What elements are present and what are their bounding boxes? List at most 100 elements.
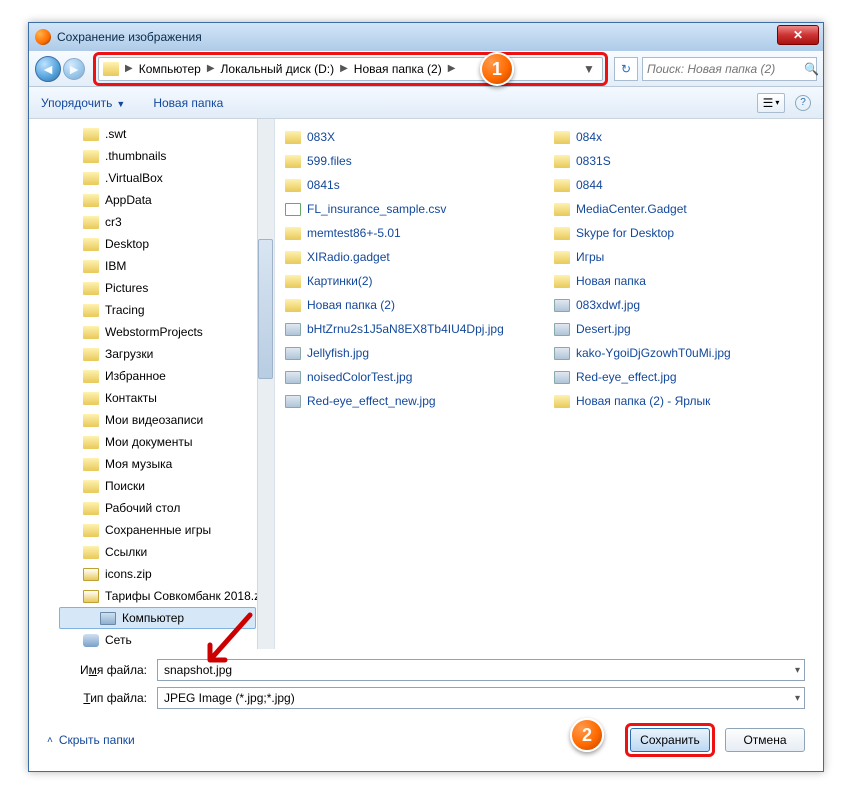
file-item[interactable]: 083X bbox=[285, 127, 544, 147]
tree-item[interactable]: Pictures bbox=[29, 277, 274, 299]
file-item[interactable]: Jellyfish.jpg bbox=[285, 343, 544, 363]
net-icon bbox=[83, 634, 99, 647]
crumb-computer[interactable]: Компьютер bbox=[139, 62, 201, 76]
file-item[interactable]: 599.files bbox=[285, 151, 544, 171]
file-label: 083xdwf.jpg bbox=[576, 298, 640, 312]
tree-item[interactable]: .thumbnails bbox=[29, 145, 274, 167]
tree-item-label: Тарифы Совкомбанк 2018.zip bbox=[105, 589, 269, 603]
tree-item[interactable]: Рабочий стол bbox=[29, 497, 274, 519]
tree-item[interactable]: AppData bbox=[29, 189, 274, 211]
titlebar[interactable]: Сохранение изображения ✕ bbox=[29, 23, 823, 51]
tree-item[interactable]: Контакты bbox=[29, 387, 274, 409]
file-pane[interactable]: 083X 599.files 0841s FL_insurance_sample.cs… bbox=[275, 119, 823, 649]
tree-item[interactable]: icons.zip bbox=[29, 563, 274, 585]
tree-item[interactable]: WebstormProjects bbox=[29, 321, 274, 343]
tree-item[interactable]: Сохраненные игры bbox=[29, 519, 274, 541]
chevron-right-icon[interactable]: ▶ bbox=[121, 63, 137, 74]
crumb-folder[interactable]: Новая папка (2) bbox=[354, 62, 442, 76]
tree-item[interactable]: Мои видеозаписи bbox=[29, 409, 274, 431]
tree-item[interactable]: Тарифы Совкомбанк 2018.zip bbox=[29, 585, 274, 607]
tree-item-label: Desktop bbox=[105, 237, 149, 251]
view-options-button[interactable]: ☰▾ bbox=[757, 93, 785, 113]
file-item[interactable]: kako-YgoiDjGzowhT0uMi.jpg bbox=[554, 343, 813, 363]
tree-scrollbar[interactable] bbox=[257, 119, 274, 649]
file-label: Новая папка (2) bbox=[307, 298, 395, 312]
toolbar: Упорядочить▼ Новая папка ☰▾ ? bbox=[29, 87, 823, 119]
chevron-down-icon[interactable]: ▾ bbox=[795, 665, 800, 676]
organize-menu[interactable]: Упорядочить▼ bbox=[41, 96, 125, 110]
file-item[interactable]: Новая папка (2) - Ярлык bbox=[554, 391, 813, 411]
tree-item[interactable]: Моя музыка bbox=[29, 453, 274, 475]
tree-item-label: IBM bbox=[105, 259, 126, 273]
save-button[interactable]: Сохранить bbox=[630, 728, 710, 752]
nav-bar: ◄ ► ▶ Компьютер ▶ Локальный диск (D:) ▶ … bbox=[29, 51, 823, 87]
folder-icon bbox=[554, 155, 570, 168]
tree-item[interactable]: Desktop bbox=[29, 233, 274, 255]
tree-item-label: .thumbnails bbox=[105, 149, 166, 163]
file-item[interactable]: noisedColorTest.jpg bbox=[285, 367, 544, 387]
file-item[interactable]: Desert.jpg bbox=[554, 319, 813, 339]
folder-icon bbox=[285, 251, 301, 264]
tree-item-label: WebstormProjects bbox=[105, 325, 203, 339]
tree-item[interactable]: .VirtualBox bbox=[29, 167, 274, 189]
new-folder-button[interactable]: Новая папка bbox=[153, 96, 223, 110]
tree-item[interactable]: Мои документы bbox=[29, 431, 274, 453]
tree-item[interactable]: Поиски bbox=[29, 475, 274, 497]
tree-item-label: cr3 bbox=[105, 215, 122, 229]
file-label: XIRadio.gadget bbox=[307, 250, 390, 264]
address-dropdown[interactable]: ▼ bbox=[580, 62, 598, 76]
file-item[interactable]: MediaCenter.Gadget bbox=[554, 199, 813, 219]
file-item[interactable]: Skype for Desktop bbox=[554, 223, 813, 243]
search-box[interactable]: 🔍 bbox=[642, 57, 817, 81]
file-item[interactable]: Картинки(2) bbox=[285, 271, 544, 291]
tree-item-label: Tracing bbox=[105, 303, 145, 317]
address-bar[interactable]: ▶ Компьютер ▶ Локальный диск (D:) ▶ Нова… bbox=[98, 57, 603, 81]
tree-item-label: Загрузки bbox=[105, 347, 153, 361]
file-item[interactable]: 084x bbox=[554, 127, 813, 147]
file-item[interactable]: Игры bbox=[554, 247, 813, 267]
file-item[interactable]: Новая папка (2) bbox=[285, 295, 544, 315]
save-dialog: Сохранение изображения ✕ ◄ ► ▶ Компьютер… bbox=[28, 22, 824, 772]
hide-folders-link[interactable]: ˄ Скрыть папки bbox=[47, 733, 135, 747]
file-item[interactable]: Red-eye_effect_new.jpg bbox=[285, 391, 544, 411]
jpg-icon bbox=[554, 371, 570, 384]
folder-tree[interactable]: .swt .thumbnails .VirtualBoxAppData cr3 Desk… bbox=[29, 119, 275, 649]
folder-icon bbox=[83, 260, 99, 273]
tree-item[interactable]: .swt bbox=[29, 123, 274, 145]
back-button[interactable]: ◄ bbox=[35, 56, 61, 82]
forward-button[interactable]: ► bbox=[63, 58, 85, 80]
file-item[interactable]: 0831S bbox=[554, 151, 813, 171]
file-item[interactable]: FL_insurance_sample.csv bbox=[285, 199, 544, 219]
crumb-disk[interactable]: Локальный диск (D:) bbox=[221, 62, 335, 76]
file-item[interactable]: 0844 bbox=[554, 175, 813, 195]
scrollbar-thumb[interactable] bbox=[258, 239, 273, 379]
file-item[interactable]: 083xdwf.jpg bbox=[554, 295, 813, 315]
zip-icon bbox=[83, 590, 99, 603]
file-item[interactable]: memtest86+-5.01 bbox=[285, 223, 544, 243]
file-item[interactable]: 0841s bbox=[285, 175, 544, 195]
file-item[interactable]: XIRadio.gadget bbox=[285, 247, 544, 267]
help-button[interactable]: ? bbox=[795, 95, 811, 111]
file-item[interactable]: Red-eye_effect.jpg bbox=[554, 367, 813, 387]
cancel-button[interactable]: Отмена bbox=[725, 728, 805, 752]
tree-item[interactable]: Избранное bbox=[29, 365, 274, 387]
file-item[interactable]: Новая папка bbox=[554, 271, 813, 291]
file-label: 599.files bbox=[307, 154, 352, 168]
tree-item[interactable]: cr3 bbox=[29, 211, 274, 233]
chevron-down-icon[interactable]: ▾ bbox=[795, 693, 800, 704]
filetype-select[interactable]: JPEG Image (*.jpg;*.jpg) ▾ bbox=[157, 687, 805, 709]
chevron-right-icon[interactable]: ▶ bbox=[336, 63, 352, 74]
folder-icon bbox=[83, 238, 99, 251]
highlight-1: ▶ Компьютер ▶ Локальный диск (D:) ▶ Нова… bbox=[93, 52, 608, 86]
tree-item[interactable]: Загрузки bbox=[29, 343, 274, 365]
zip-icon bbox=[83, 568, 99, 581]
chevron-right-icon[interactable]: ▶ bbox=[444, 63, 460, 74]
tree-item[interactable]: IBM bbox=[29, 255, 274, 277]
refresh-button[interactable]: ↻ bbox=[614, 57, 638, 81]
tree-item[interactable]: Tracing bbox=[29, 299, 274, 321]
search-input[interactable] bbox=[647, 62, 804, 76]
chevron-right-icon[interactable]: ▶ bbox=[203, 63, 219, 74]
file-item[interactable]: bHtZrnu2s1J5aN8EX8Tb4IU4Dpj.jpg bbox=[285, 319, 544, 339]
tree-item[interactable]: Ссылки bbox=[29, 541, 274, 563]
close-button[interactable]: ✕ bbox=[777, 25, 819, 45]
